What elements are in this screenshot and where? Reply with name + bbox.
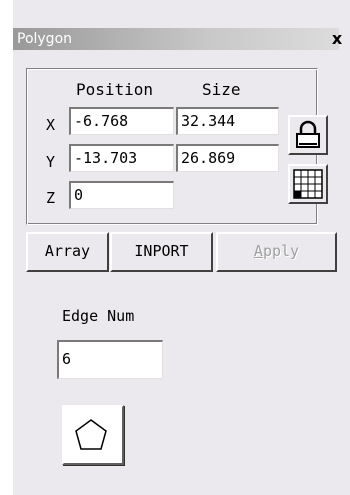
position-header: Position — [76, 80, 154, 99]
axis-label-y: Y — [46, 153, 56, 171]
lock-aspect-button[interactable] — [288, 115, 328, 155]
polygon-shape-button[interactable] — [62, 405, 124, 465]
window-title: Polygon — [17, 31, 73, 47]
x-size-field[interactable]: 32.344 — [176, 107, 279, 135]
x-position-field[interactable]: -6.768 — [69, 107, 174, 135]
edge-num-field[interactable]: 6 — [57, 340, 163, 379]
y-size-field[interactable]: 26.869 — [176, 144, 279, 172]
anchor-grid-icon — [293, 169, 323, 199]
import-button[interactable]: INPORT — [110, 232, 213, 272]
axis-label-z: Z — [46, 189, 56, 207]
anchor-point-button[interactable] — [288, 164, 328, 204]
title-bar: Polygon — [13, 28, 339, 50]
apply-button[interactable]: Apply — [216, 232, 337, 272]
z-position-field[interactable]: 0 — [69, 181, 174, 209]
array-button[interactable]: Array — [26, 232, 109, 272]
edge-num-label: Edge Num — [62, 307, 135, 325]
padlock-icon — [296, 120, 320, 148]
axis-label-x: X — [46, 116, 56, 134]
pentagon-icon — [75, 419, 107, 450]
close-button[interactable]: x — [326, 30, 348, 50]
y-position-field[interactable]: -13.703 — [69, 144, 174, 172]
size-header: Size — [202, 80, 241, 99]
